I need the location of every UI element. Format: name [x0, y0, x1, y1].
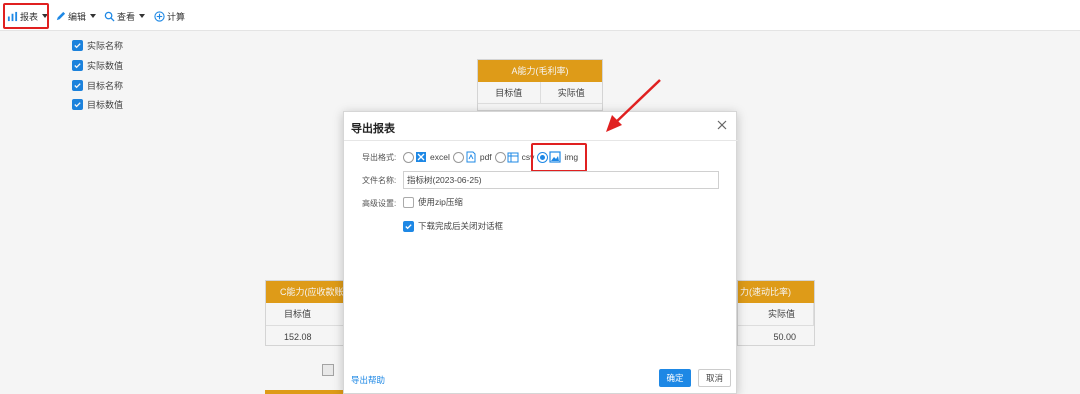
- calc-button-label: 计算: [167, 11, 186, 22]
- radio-button[interactable]: [452, 151, 464, 163]
- filename-label: 文件名称:: [362, 176, 397, 185]
- view-menu[interactable]: 查看: [104, 9, 146, 23]
- advanced-label: 高级设置:: [362, 199, 397, 208]
- view-menu-label: 查看: [117, 11, 136, 22]
- csv-icon: [507, 152, 519, 163]
- calculator-icon: [154, 10, 165, 22]
- excel-icon: [416, 152, 426, 162]
- pencil-icon: [56, 11, 66, 20]
- toolbar: 报表 编辑 查看 计算: [0, 0, 1080, 31]
- format-label-pdf: pdf: [479, 152, 492, 162]
- chevron-down-icon: [139, 14, 146, 18]
- radio-button[interactable]: [494, 151, 506, 163]
- export-dialog: 导出报表 导出格式: excel pdf csv img 文件名称: 指标树(2…: [343, 111, 738, 394]
- close-after-label: 下载完成后关闭对话框: [418, 221, 504, 231]
- format-option-pdf[interactable]: pdf: [452, 151, 492, 163]
- cancel-button[interactable]: 取消: [698, 369, 731, 387]
- img-option-highlight-box: [531, 143, 587, 172]
- search-icon: [104, 11, 115, 22]
- edit-menu[interactable]: 编辑: [55, 9, 97, 23]
- export-help-link[interactable]: 导出帮助: [351, 374, 385, 386]
- report-highlight-box: [3, 3, 49, 29]
- chevron-down-icon: [90, 14, 97, 18]
- zip-compress-option[interactable]: 使用zip压缩: [403, 196, 463, 208]
- format-option-csv[interactable]: csv: [494, 151, 534, 163]
- edit-menu-label: 编辑: [68, 11, 87, 22]
- format-label: 导出格式:: [362, 153, 397, 162]
- zip-label: 使用zip压缩: [418, 197, 463, 207]
- calc-button[interactable]: 计算: [154, 9, 185, 23]
- format-label-excel: excel: [430, 152, 450, 162]
- pdf-icon: [466, 151, 476, 163]
- filename-input[interactable]: 指标树(2023-06-25): [403, 171, 719, 189]
- close-after-download-option[interactable]: 下载完成后关闭对话框: [403, 220, 503, 232]
- confirm-button[interactable]: 确定: [659, 369, 691, 387]
- checkbox-unchecked-icon[interactable]: [403, 196, 414, 208]
- dialog-divider: [344, 140, 738, 141]
- checkbox-checked-icon[interactable]: [403, 220, 414, 232]
- radio-button[interactable]: [403, 151, 414, 163]
- close-icon[interactable]: [716, 119, 728, 131]
- format-option-excel[interactable]: excel: [403, 151, 450, 163]
- dialog-title: 导出报表: [351, 123, 395, 135]
